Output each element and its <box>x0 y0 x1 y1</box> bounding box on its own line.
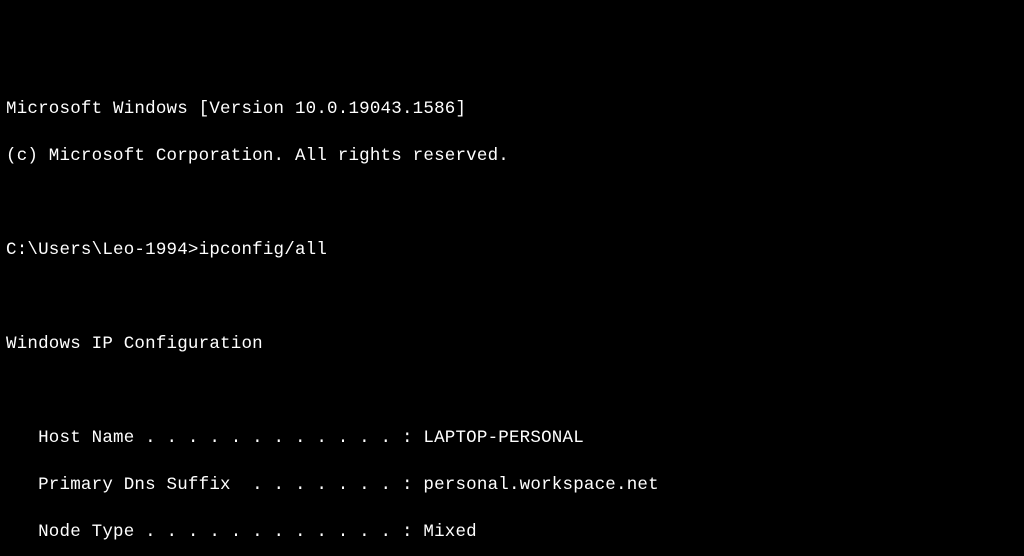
blank-line <box>6 380 1018 404</box>
os-version-line: Microsoft Windows [Version 10.0.19043.15… <box>6 98 1018 122</box>
command-prompt-line[interactable]: C:\Users\Leo-1994>ipconfig/all <box>6 239 1018 263</box>
host-name-row: Host Name . . . . . . . . . . . . : LAPT… <box>6 427 1018 451</box>
blank-line <box>6 192 1018 216</box>
blank-line <box>6 286 1018 310</box>
primary-dns-suffix-row: Primary Dns Suffix . . . . . . . : perso… <box>6 474 1018 498</box>
copyright-line: (c) Microsoft Corporation. All rights re… <box>6 145 1018 169</box>
node-type-row: Node Type . . . . . . . . . . . . : Mixe… <box>6 521 1018 545</box>
ip-config-section-title: Windows IP Configuration <box>6 333 1018 357</box>
